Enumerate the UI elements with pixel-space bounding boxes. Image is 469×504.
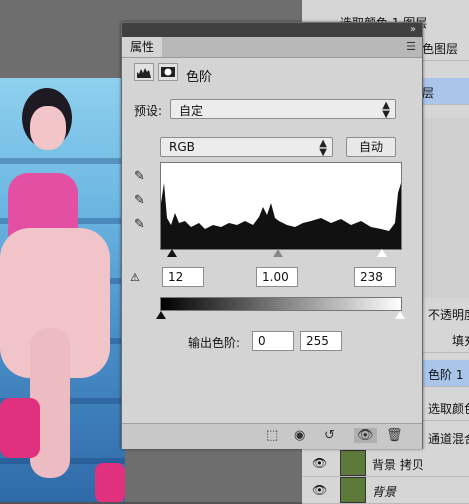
white-eyedropper-icon[interactable]: ✎ xyxy=(134,217,145,232)
eye-icon[interactable]: 👁 xyxy=(312,456,327,470)
black-input-slider[interactable] xyxy=(167,249,177,257)
clip-to-layer-icon[interactable]: ⬚ xyxy=(266,428,278,443)
channel-value: RGB xyxy=(169,140,195,154)
visibility-icon[interactable]: 👁 xyxy=(354,428,377,443)
panel-tab-bar: 属性 ☰ xyxy=(122,37,422,58)
layer-label: 色图层 xyxy=(422,42,459,56)
input-white-field[interactable]: 238 xyxy=(354,267,396,287)
histogram-icon[interactable] xyxy=(134,63,154,81)
histogram xyxy=(160,162,402,250)
mask-icon[interactable] xyxy=(158,63,178,81)
gamma-input-slider[interactable] xyxy=(273,249,283,257)
panel-title-bar[interactable]: » xyxy=(122,23,422,37)
black-eyedropper-icon[interactable]: ✎ xyxy=(134,169,145,184)
gray-eyedropper-icon[interactable]: ✎ xyxy=(134,193,145,208)
output-levels-label: 输出色阶: xyxy=(188,336,241,350)
auto-button[interactable]: 自动 xyxy=(346,137,396,157)
adjustment-icons-column xyxy=(422,118,469,298)
select-arrows-icon: ▲ ▼ xyxy=(382,100,390,120)
layer-label: 不透明度 xyxy=(428,308,469,322)
layer-thumbnail xyxy=(340,477,366,503)
channel-select[interactable]: RGB ▲ ▼ xyxy=(160,137,333,158)
layer-label: 背景 拷贝 xyxy=(372,458,424,472)
photo-image xyxy=(0,78,125,502)
layer-label: 填充 xyxy=(452,334,469,348)
properties-panel: » 属性 ☰ 色阶 预设: 自定 ▲ ▼ RGB ▲ ▼ 自动 ✎ ✎ ✎ ⚠ 12… xyxy=(121,22,423,449)
layer-label: 背景 xyxy=(372,485,397,499)
layer-label: 层 xyxy=(422,86,435,100)
tab-properties[interactable]: 属性 xyxy=(122,37,163,57)
view-previous-icon[interactable]: ◉ xyxy=(294,428,305,443)
eye-icon[interactable]: 👁 xyxy=(312,483,327,497)
layer-label: 色阶 1 xyxy=(428,368,464,382)
panel-menu-icon[interactable]: ☰ xyxy=(406,40,416,53)
preset-value: 自定 xyxy=(179,104,204,118)
preset-select[interactable]: 自定 ▲ ▼ xyxy=(170,99,396,120)
layer-label: 选取颜色 xyxy=(428,402,469,416)
black-output-slider[interactable] xyxy=(156,311,166,319)
output-black-field[interactable]: 0 xyxy=(252,331,294,351)
input-gamma-field[interactable]: 1.00 xyxy=(256,267,298,287)
output-gradient-bar xyxy=(160,297,402,311)
white-output-slider[interactable] xyxy=(395,311,405,319)
layer-thumbnail xyxy=(340,450,366,476)
output-white-field[interactable]: 255 xyxy=(300,331,342,351)
panel-bottom-toolbar: ⬚ ◉ ↺ 👁 🗑 xyxy=(122,423,422,449)
select-arrows-icon: ▲ ▼ xyxy=(319,138,327,158)
collapse-icon[interactable]: » xyxy=(410,23,416,37)
layer-row[interactable]: 👁 背景 xyxy=(302,477,469,504)
layer-label: 通道混合 xyxy=(428,432,469,446)
preset-label: 预设: xyxy=(134,104,163,118)
clipping-warning-icon[interactable]: ⚠ xyxy=(130,271,140,284)
delete-icon[interactable]: 🗑 xyxy=(386,428,403,443)
layer-row[interactable]: 👁 背景 拷贝 xyxy=(302,450,469,477)
white-input-slider[interactable] xyxy=(377,249,387,257)
input-black-field[interactable]: 12 xyxy=(162,267,204,287)
reset-icon[interactable]: ↺ xyxy=(324,428,335,443)
adjustment-title: 色阶 xyxy=(186,70,213,85)
